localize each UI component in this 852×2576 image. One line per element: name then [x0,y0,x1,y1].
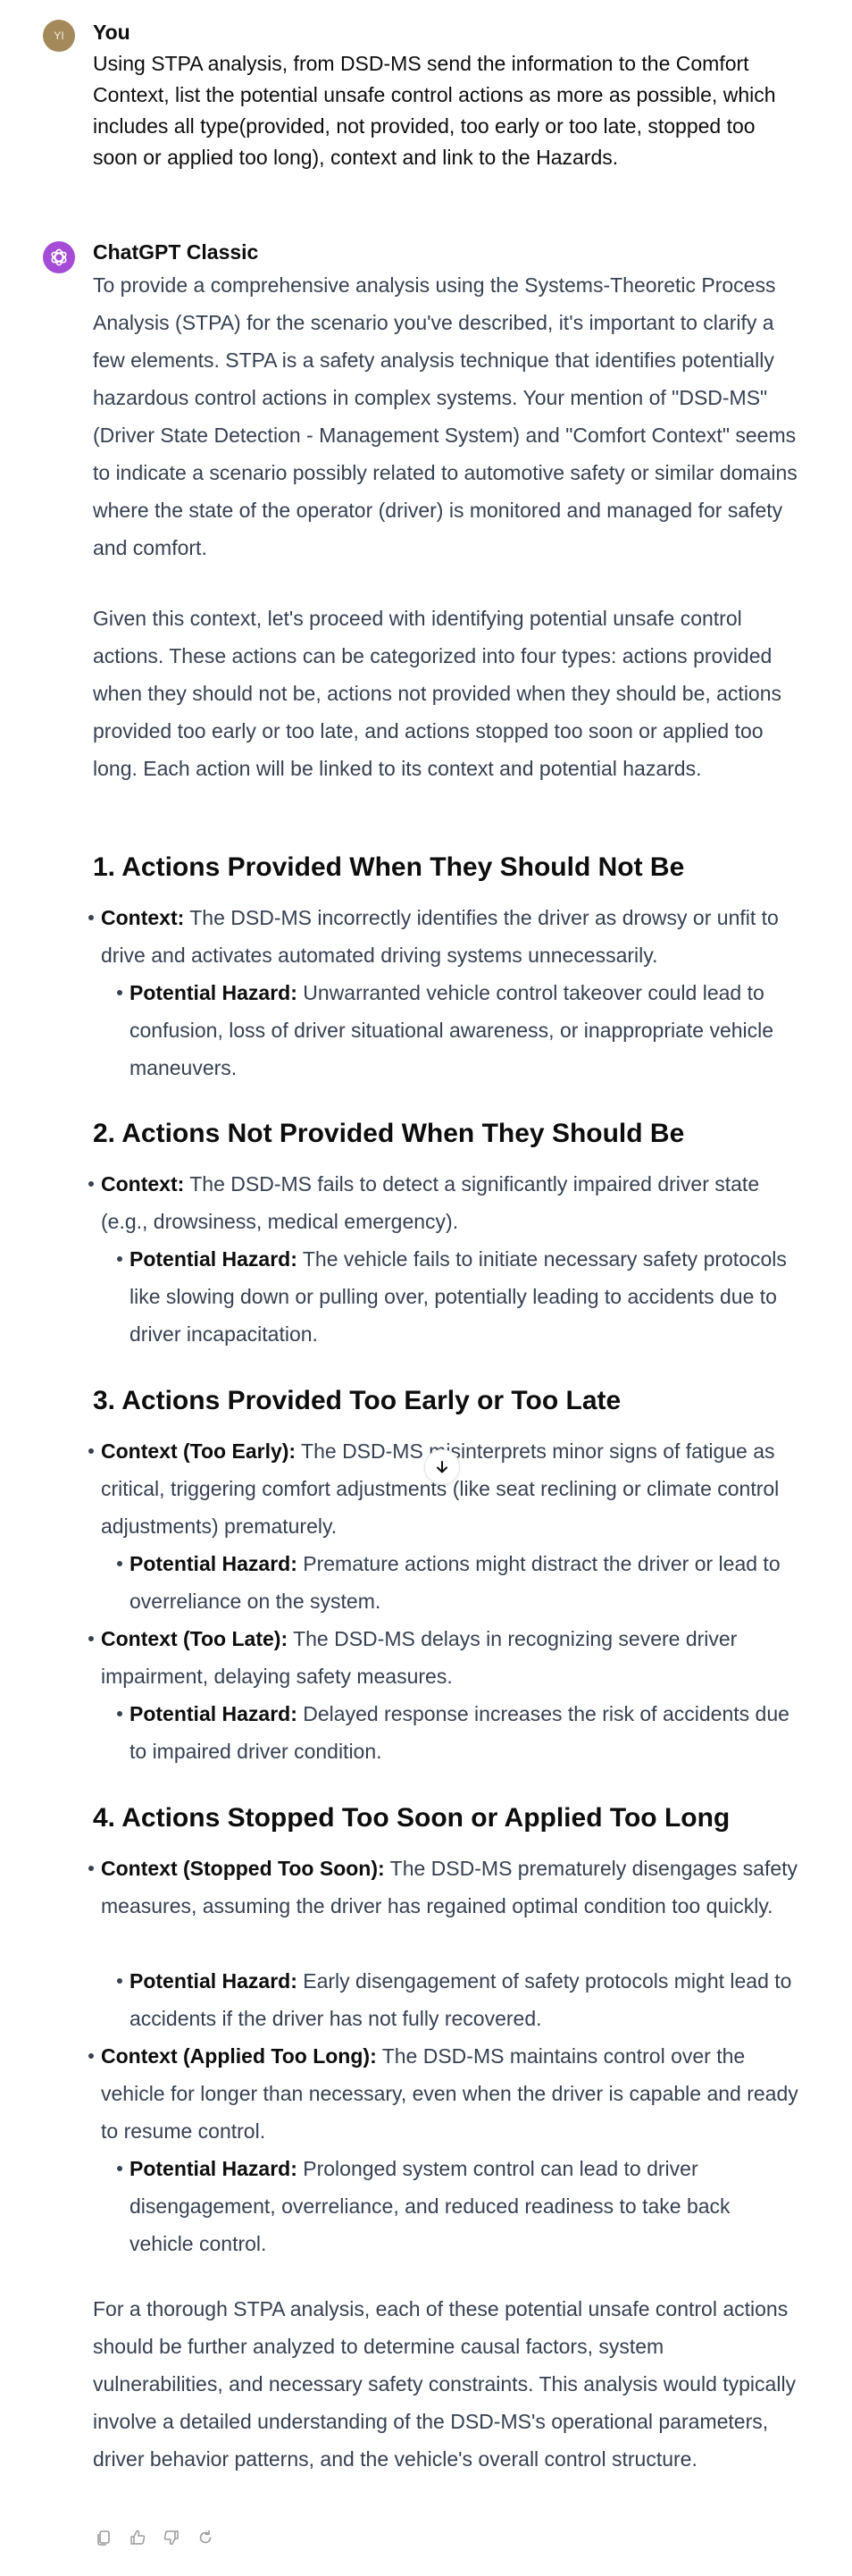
copy-button[interactable] [93,2527,114,2548]
bullet [117,990,122,995]
bullet [117,2166,122,2171]
bullet [117,1561,122,1566]
assistant-avatar [43,241,75,273]
intro-paragraph-1: To provide a comprehensive analysis usin… [93,273,798,559]
context-text: The DSD-MS incorrectly identifies the dr… [101,906,779,967]
bullet [117,1711,122,1716]
context-label: Context (Stopped Too Soon): [101,1857,385,1880]
arrow-down-icon [437,1461,447,1473]
hazard-label: Potential Hazard: [129,981,297,1004]
hazard-label: Potential Hazard: [129,1969,297,1993]
section-heading-2: 2. Actions Not Provided When They Should… [93,1119,685,1148]
regenerate-icon [199,2530,212,2544]
section-heading-4: 4. Actions Stopped Too Soon or Applied T… [93,1803,731,1833]
context-label: Context (Too Early): [101,1439,297,1463]
user-avatar-initials: YI [54,29,64,42]
hazard-item: Potential Hazard: Delayed response incre… [117,1695,798,1770]
context-label: Context: [101,906,185,929]
assistant-author-name: ChatGPT Classic [93,240,259,264]
bullet [117,1978,122,1984]
context-label: Context (Applied Too Long): [101,2044,377,2068]
hazard-item: Potential Hazard: Unwarranted vehicle co… [117,974,798,1087]
conclusion-paragraph: For a thorough STPA analysis, each of th… [93,2297,797,2471]
assistant-message: ChatGPT Classic To provide a comprehensi… [43,238,798,2561]
hazard-item: Potential Hazard: Early disengagement of… [117,1962,798,2037]
hazard-item: Potential Hazard: Premature actions migh… [117,1545,798,1620]
context-item: Context (Too Late): The DSD-MS delays in… [88,1620,798,1695]
context-label: Context: [101,1172,185,1196]
user-avatar: YI [43,20,75,52]
section-heading-1: 1. Actions Provided When They Should Not… [93,852,685,882]
regenerate-button[interactable] [195,2527,216,2548]
context-item: Context: The DSD-MS incorrectly identifi… [88,899,798,974]
thumbs-down-icon [163,2530,179,2546]
context-item: Context (Too Early): The DSD-MS misinter… [88,1432,798,1545]
bullet [88,1448,94,1454]
hazard-item: Potential Hazard: The vehicle fails to i… [117,1240,798,1353]
section-heading-3: 3. Actions Provided Too Early or Too Lat… [93,1386,622,1415]
user-message-text: Using STPA analysis, from DSD-MS send th… [93,52,776,169]
thumbs-down-button[interactable] [161,2527,182,2548]
bullet [88,1636,94,1641]
user-message: YI You Using STPA analysis, from DSD-MS … [43,18,798,179]
bullet [88,1866,94,1871]
context-label: Context (Too Late): [101,1627,288,1650]
bullet [88,1181,94,1187]
context-text: The DSD-MS fails to detect a significant… [101,1172,760,1233]
hazard-label: Potential Hazard: [129,1702,297,1725]
thumbs-up-icon [130,2530,146,2545]
context-item: Context: The DSD-MS fails to detect a si… [88,1165,798,1240]
context-item: Context (Applied Too Long): The DSD-MS m… [88,2037,798,2150]
user-author-name: You [93,21,130,44]
message-actions [93,2527,216,2548]
hazard-item: Potential Hazard: Prolonged system contr… [117,2150,798,2262]
copy-icon [97,2530,110,2546]
bullet [88,915,94,920]
bullet [117,1256,122,1262]
assistant-message-body: ChatGPT Classic To provide a comprehensi… [88,238,798,2561]
bullet [88,2053,94,2059]
intro-paragraph-2: Given this context, let's proceed with i… [93,607,782,780]
hazard-label: Potential Hazard: [129,2157,297,2180]
context-item: Context (Stopped Too Soon): The DSD-MS p… [88,1850,798,1925]
thumbs-up-button[interactable] [127,2527,148,2548]
openai-logo-icon [51,248,67,266]
hazard-label: Potential Hazard: [129,1552,297,1575]
hazard-label: Potential Hazard: [129,1247,297,1271]
scroll-down-button[interactable] [424,1449,460,1485]
